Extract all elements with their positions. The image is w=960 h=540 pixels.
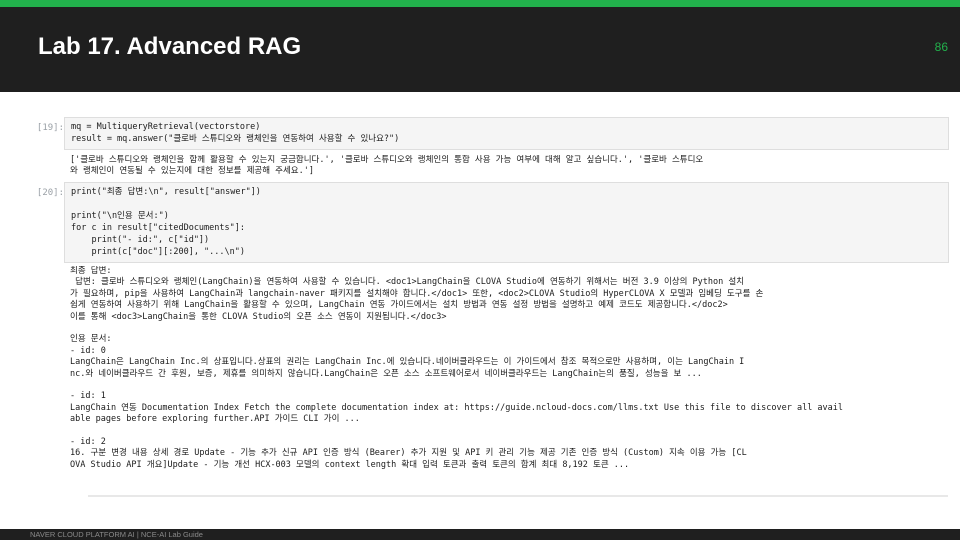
output-line: LangChain은 LangChain Inc.의 상표입니다.상표의 권리는… xyxy=(70,357,745,368)
output-line: OVA Studio API 개요]Update - 기능 개선 HCX-003… xyxy=(70,459,630,470)
output-line: 가 필요하며, pip을 사용하여 LangChain과 langchain-n… xyxy=(70,288,764,299)
code-line: result = mq.answer("클로바 스튜디오와 랭체인을 연동하여 … xyxy=(71,134,400,144)
output-line: 답변: 클로바 스튜디오와 랭체인(LangChain)을 연동하여 사용할 수… xyxy=(70,277,745,288)
cell-prompt: [20]: xyxy=(36,188,64,198)
cell-output: ['클로바 스튜디오와 랭체인을 함께 활용할 수 있는지 궁금합니다.', '… xyxy=(70,155,948,181)
footer-text: NAVER CLOUD PLATFORM AI | NCE-AI Lab Gui… xyxy=(30,530,203,539)
notebook-screenshot: [19]: mq = MultiqueryRetrieval(vectorsto… xyxy=(24,112,952,498)
output-line: - id: 1 xyxy=(70,391,106,402)
output-line: ['클로바 스튜디오와 랭체인을 함께 활용할 수 있는지 궁금합니다.', '… xyxy=(70,155,704,165)
code-line: for c in result["citedDocuments"]: xyxy=(71,223,245,233)
accent-bar xyxy=(0,0,960,7)
output-line: - id: 2 xyxy=(70,436,106,447)
code-input[interactable]: print("최종 답변:\n", result["answer"]) prin… xyxy=(64,182,949,263)
output-blank xyxy=(70,425,948,436)
output-line: 16. 구분 변경 내용 상세 경로 Update - 기능 추가 신규 API… xyxy=(70,448,747,459)
code-line: print("최종 답변:\n", result["answer"]) xyxy=(71,187,261,197)
output-line: able pages before exploring further.API … xyxy=(70,414,360,425)
page-number: 86 xyxy=(934,40,948,54)
slide-header: Lab 17. Advanced RAG 86 xyxy=(0,7,960,92)
output-scroll-rule xyxy=(88,495,948,497)
output-line: 인용 문서: xyxy=(70,334,112,345)
output-blank xyxy=(70,323,948,334)
cell-output: 최종 답변: 답변: 클로바 스튜디오와 랭체인(LangChain)을 연동하… xyxy=(70,266,948,476)
output-line: 이를 통해 <doc3>LangChain을 통한 CLOVA Studio의 … xyxy=(70,311,447,322)
code-input[interactable]: mq = MultiqueryRetrieval(vectorstore) re… xyxy=(64,117,949,150)
output-line: - id: 0 xyxy=(70,345,106,356)
code-line: mq = MultiqueryRetrieval(vectorstore) xyxy=(71,122,261,132)
output-line: 최종 답변: xyxy=(70,266,112,276)
output-line: nc.와 네이버클라우드 간 후원, 보증, 제휴를 의미하지 않습니다.Lan… xyxy=(70,368,702,379)
slide-title: Lab 17. Advanced RAG xyxy=(38,33,302,60)
output-line: LangChain 연동 Documentation Index Fetch t… xyxy=(70,402,844,413)
code-line: print(c["doc"][:200], "...\n") xyxy=(71,247,245,257)
code-line: print("\n인용 문서:") xyxy=(71,211,169,221)
output-line: 와 랭체인이 연동될 수 있는지에 대한 정보를 제공해 주세요.'] xyxy=(70,166,314,177)
output-line: 쉽게 연동하여 사용하기 위해 LangChain을 활용할 수 있으며, La… xyxy=(70,300,728,311)
output-blank xyxy=(70,380,948,391)
code-line: print("- id:", c["id"]) xyxy=(71,235,210,245)
cell-prompt: [19]: xyxy=(36,123,64,133)
